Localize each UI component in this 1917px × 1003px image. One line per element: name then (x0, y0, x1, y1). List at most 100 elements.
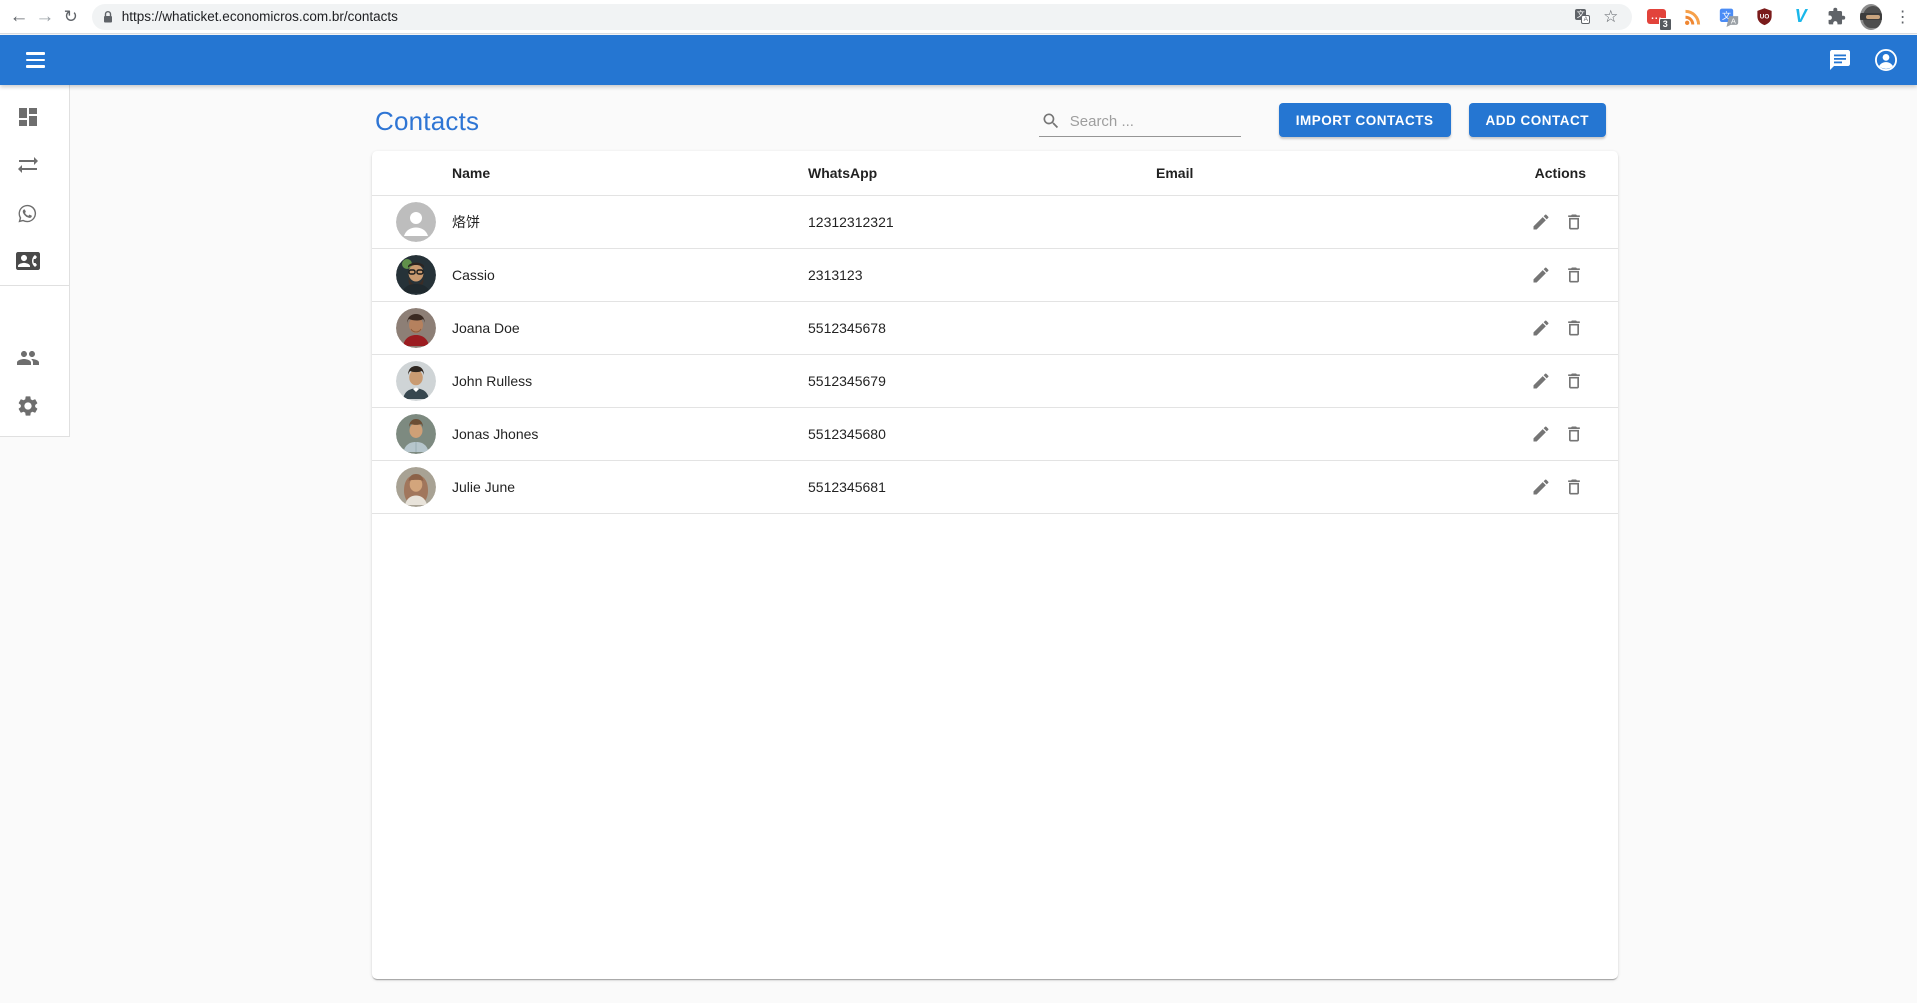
import-contacts-button[interactable]: IMPORT CONTACTS (1279, 103, 1451, 137)
app-bar (0, 35, 1917, 85)
rss-extension-icon[interactable] (1682, 6, 1704, 28)
browser-forward-icon[interactable]: → (32, 2, 58, 32)
sidebar-item-connections[interactable] (0, 141, 70, 189)
main-content: Contacts IMPORT CONTACTS ADD CONTACT Nam… (372, 85, 1618, 979)
table-header-row: Name WhatsApp Email Actions (372, 151, 1618, 196)
pencil-icon (1531, 212, 1551, 232)
contact-name: 烙饼 (452, 212, 808, 232)
trash-icon (1564, 265, 1584, 285)
contact-name: Julie June (452, 479, 808, 495)
avatar (396, 414, 436, 454)
bookmark-star-icon[interactable]: ☆ (1600, 6, 1622, 28)
puzzle-extensions-icon[interactable] (1826, 6, 1848, 28)
gear-icon (16, 394, 40, 418)
browser-back-icon[interactable]: ← (6, 2, 32, 32)
delete-contact-button[interactable] (1562, 369, 1586, 393)
pencil-icon (1531, 424, 1551, 444)
address-bar[interactable]: https://whaticket.economicros.com.br/con… (92, 4, 1632, 30)
table-row: Jonas Jhones 5512345680 (372, 408, 1618, 461)
google-translate-extension-icon[interactable]: 文 A (1718, 6, 1740, 28)
extensions-area: ... 3 文 A UO V (1646, 6, 1848, 28)
col-header-actions: Actions (1494, 165, 1586, 181)
ublock-extension-icon[interactable]: UO (1754, 6, 1776, 28)
delete-contact-button[interactable] (1562, 263, 1586, 287)
avatar (396, 361, 436, 401)
extension-badge: 3 (1659, 18, 1672, 31)
search-icon (1041, 111, 1061, 131)
edit-contact-button[interactable] (1529, 263, 1553, 287)
people-icon (16, 346, 40, 370)
edit-contact-button[interactable] (1529, 316, 1553, 340)
contact-phone-icon (16, 249, 40, 273)
contact-whatsapp: 12312312321 (808, 214, 1156, 230)
url-text[interactable]: https://whaticket.economicros.com.br/con… (122, 9, 1566, 24)
avatar (396, 202, 436, 242)
contact-whatsapp: 5512345680 (808, 426, 1156, 442)
browser-toolbar: ← → ↻ https://whaticket.economicros.com.… (0, 0, 1917, 34)
table-row: 烙饼 12312312321 (372, 196, 1618, 249)
sidebar (0, 85, 70, 437)
table-row: Joana Doe 5512345678 (372, 302, 1618, 355)
pencil-icon (1531, 371, 1551, 391)
delete-contact-button[interactable] (1562, 210, 1586, 234)
lock-icon (102, 10, 114, 24)
table-row: Julie June 5512345681 (372, 461, 1618, 514)
sidebar-item-dashboard[interactable] (0, 93, 70, 141)
pencil-icon (1531, 318, 1551, 338)
contact-name: Joana Doe (452, 320, 808, 336)
contact-name: Jonas Jhones (452, 426, 808, 442)
browser-menu-icon[interactable]: ⋮ (1892, 3, 1913, 31)
col-header-whatsapp: WhatsApp (808, 165, 1156, 181)
sync-alt-icon (16, 153, 40, 177)
pencil-icon (1531, 265, 1551, 285)
contact-name: John Rulless (452, 373, 808, 389)
delete-contact-button[interactable] (1562, 475, 1586, 499)
trash-icon (1564, 212, 1584, 232)
contact-whatsapp: 5512345679 (808, 373, 1156, 389)
svg-text:A: A (1731, 16, 1736, 25)
edit-contact-button[interactable] (1529, 475, 1553, 499)
contact-whatsapp: 2313123 (808, 267, 1156, 283)
sidebar-item-whatsapp[interactable] (0, 189, 70, 237)
extension-red-icon[interactable]: ... 3 (1646, 6, 1668, 28)
dashboard-icon (16, 105, 40, 129)
trash-icon (1564, 371, 1584, 391)
trash-icon (1564, 477, 1584, 497)
sidebar-item-settings[interactable] (0, 382, 70, 430)
contacts-table-card: Name WhatsApp Email Actions 烙饼 123123123… (372, 151, 1618, 979)
edit-contact-button[interactable] (1529, 210, 1553, 234)
account-circle-icon[interactable] (1863, 37, 1909, 83)
whatsapp-icon (16, 201, 40, 225)
table-row: Cassio 2313123 (372, 249, 1618, 302)
search-box (1039, 107, 1241, 137)
translate-page-icon[interactable]: 文 A (1572, 6, 1594, 28)
table-row: John Rulless 5512345679 (372, 355, 1618, 408)
contact-name: Cassio (452, 267, 808, 283)
vimeo-extension-icon[interactable]: V (1790, 6, 1812, 28)
contact-whatsapp: 5512345681 (808, 479, 1156, 495)
chat-icon[interactable] (1817, 37, 1863, 83)
trash-icon (1564, 424, 1584, 444)
trash-icon (1564, 318, 1584, 338)
browser-profile-avatar[interactable] (1860, 4, 1882, 30)
delete-contact-button[interactable] (1562, 422, 1586, 446)
avatar (396, 308, 436, 348)
contact-whatsapp: 5512345678 (808, 320, 1156, 336)
page-title: Contacts (375, 106, 479, 137)
add-contact-button[interactable]: ADD CONTACT (1469, 103, 1607, 137)
browser-reload-icon[interactable]: ↻ (58, 2, 84, 32)
edit-contact-button[interactable] (1529, 422, 1553, 446)
col-header-name: Name (452, 165, 808, 181)
delete-contact-button[interactable] (1562, 316, 1586, 340)
pencil-icon (1531, 477, 1551, 497)
search-input[interactable] (1070, 113, 1230, 130)
page-header: Contacts IMPORT CONTACTS ADD CONTACT (372, 85, 1618, 151)
avatar (396, 255, 436, 295)
avatar (396, 467, 436, 507)
sidebar-item-users[interactable] (0, 334, 70, 382)
sidebar-item-contacts[interactable] (0, 237, 70, 285)
menu-hamburger-icon[interactable] (11, 36, 59, 84)
edit-contact-button[interactable] (1529, 369, 1553, 393)
svg-text:UO: UO (1760, 13, 1770, 20)
col-header-email: Email (1156, 165, 1494, 181)
